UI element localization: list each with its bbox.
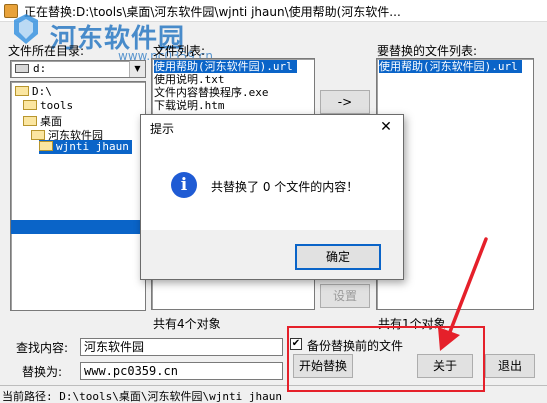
ok-button[interactable]: 确定: [295, 244, 381, 270]
file-list-item[interactable]: 使用说明.txt: [154, 73, 225, 86]
add-to-replace-button[interactable]: ->: [320, 90, 370, 114]
tree-item-selected[interactable]: wjnti jhaun: [39, 140, 132, 154]
annotation-arrow-icon: [438, 237, 488, 351]
replace-label: 替换为:: [22, 365, 63, 379]
folder-open-icon: [23, 116, 37, 126]
replace-input[interactable]: www.pc0359.cn: [80, 362, 283, 380]
file-list-label: 文件列表:: [153, 44, 206, 58]
find-input[interactable]: 河东软件园: [80, 338, 283, 356]
tree-item[interactable]: 河东软件园: [31, 127, 103, 142]
file-count: 共有4个对象: [153, 317, 221, 331]
drive-icon: [15, 64, 29, 73]
tree-item-label: tools: [40, 99, 74, 112]
dir-label: 文件所在目录:: [8, 44, 85, 58]
dialog-title-bar[interactable]: 提示 ✕: [141, 115, 403, 140]
directory-tree[interactable]: D:\ tools 桌面 河东软件园 wjnti jhaun: [10, 81, 146, 311]
settings-button[interactable]: 设置: [320, 284, 370, 308]
dialog-title: 提示: [150, 122, 175, 136]
file-list-item[interactable]: 下载说明.htm: [154, 99, 225, 112]
watermark-logo-icon: [14, 14, 38, 44]
prompt-dialog: 提示 ✕ i 共替换了 0 个文件的内容！ 确定: [140, 114, 404, 280]
tree-selection-highlight: [11, 220, 145, 234]
tree-item-label: wjnti jhaun: [56, 140, 129, 153]
info-icon: i: [171, 172, 197, 198]
file-list-item[interactable]: 文件内容替换程序.exe: [154, 86, 269, 99]
drive-select[interactable]: d: ▼: [10, 60, 146, 78]
exit-button[interactable]: 退出: [485, 354, 535, 378]
file-list-item[interactable]: 使用帮助(河东软件园).url: [154, 60, 297, 73]
tree-item[interactable]: 桌面: [23, 113, 62, 128]
tree-item[interactable]: tools: [23, 99, 73, 113]
tree-item-label: D:\: [32, 85, 52, 98]
folder-open-icon: [39, 141, 53, 151]
close-icon[interactable]: ✕: [377, 119, 395, 135]
folder-open-icon: [15, 86, 29, 96]
chevron-down-icon[interactable]: ▼: [129, 61, 145, 77]
tree-item[interactable]: D:\: [15, 85, 52, 99]
replace-list-label: 要替换的文件列表:: [377, 44, 478, 58]
folder-open-icon: [23, 100, 37, 110]
folder-open-icon: [31, 130, 45, 140]
find-label: 查找内容:: [16, 341, 69, 355]
status-text: 当前路径: D:\tools\桌面\河东软件园\wjnti jhaun: [2, 390, 282, 403]
drive-value: d:: [33, 62, 47, 75]
dialog-message: 共替换了 0 个文件的内容！: [211, 180, 359, 194]
replace-list-item[interactable]: 使用帮助(河东软件园).url: [379, 60, 522, 73]
